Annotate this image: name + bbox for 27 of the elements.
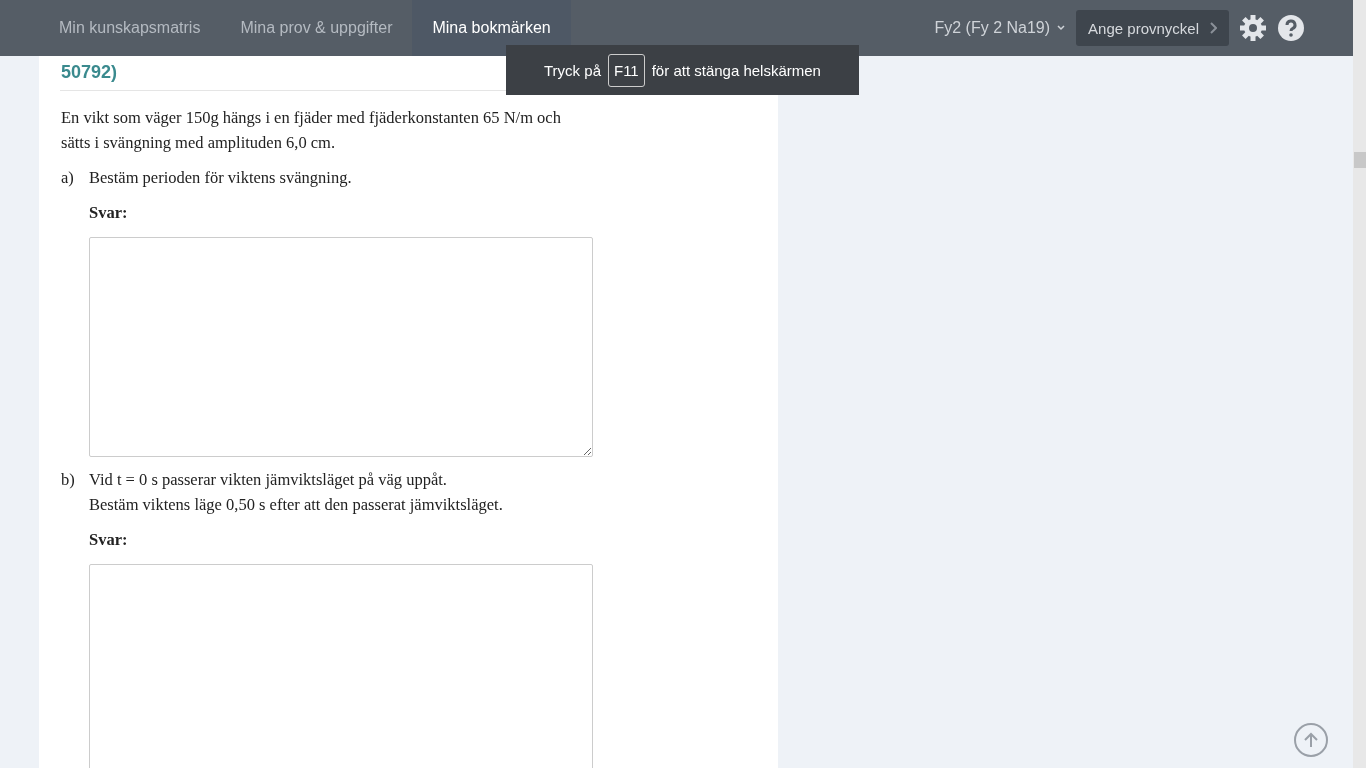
answer-box[interactable]: [89, 237, 593, 457]
answer-label: Svar:: [89, 529, 129, 551]
question-text: En vikt som väger 150g hängs i en fjäder med fjäderkonstanten 65 N/m och sätts i svängning med amplituden 6,0 cm.: [61, 107, 562, 154]
chevron-right-icon: [1209, 22, 1217, 34]
scrollbar-thumb[interactable]: [1354, 152, 1366, 168]
question-text: Bestäm perioden för viktens svängning.: [89, 167, 353, 189]
part-label: b): [61, 469, 76, 491]
settings-icon[interactable]: [1239, 14, 1267, 42]
nav-tab[interactable]: Min kunskapsmatris: [39, 0, 221, 56]
course-selector[interactable]: Fy2 (Fy 2 Na19): [934, 19, 1067, 37]
part-label: a): [61, 167, 75, 189]
question-text: Vid t = 0 s passerar vikten jämviktsläget på väg uppåt.: [89, 469, 448, 491]
arrow-up-icon: [1302, 731, 1320, 749]
answer-label: Svar:: [89, 202, 129, 224]
scrollbar[interactable]: [1353, 0, 1366, 768]
answer-box[interactable]: [89, 564, 593, 768]
help-icon[interactable]: [1277, 14, 1305, 42]
nav-tab[interactable]: Mina prov & uppgifter: [220, 0, 413, 56]
fullscreen-hint: för att stänga helskärmen: [651, 61, 821, 79]
scroll-to-top-button[interactable]: [1294, 723, 1328, 757]
fullscreen-hint: Tryck på: [544, 61, 601, 79]
question-text: Bestäm viktens läge 0,50 s efter att den passerat jämviktsläget.: [89, 494, 504, 516]
keyboard-key: F11: [607, 53, 645, 87]
chevron-down-icon: [1056, 23, 1067, 33]
nav-tab[interactable]: Mina bokmärken: [412, 0, 571, 56]
exam-key-button[interactable]: Ange provnyckel: [1076, 10, 1229, 46]
question-number: 50792): [61, 61, 118, 84]
